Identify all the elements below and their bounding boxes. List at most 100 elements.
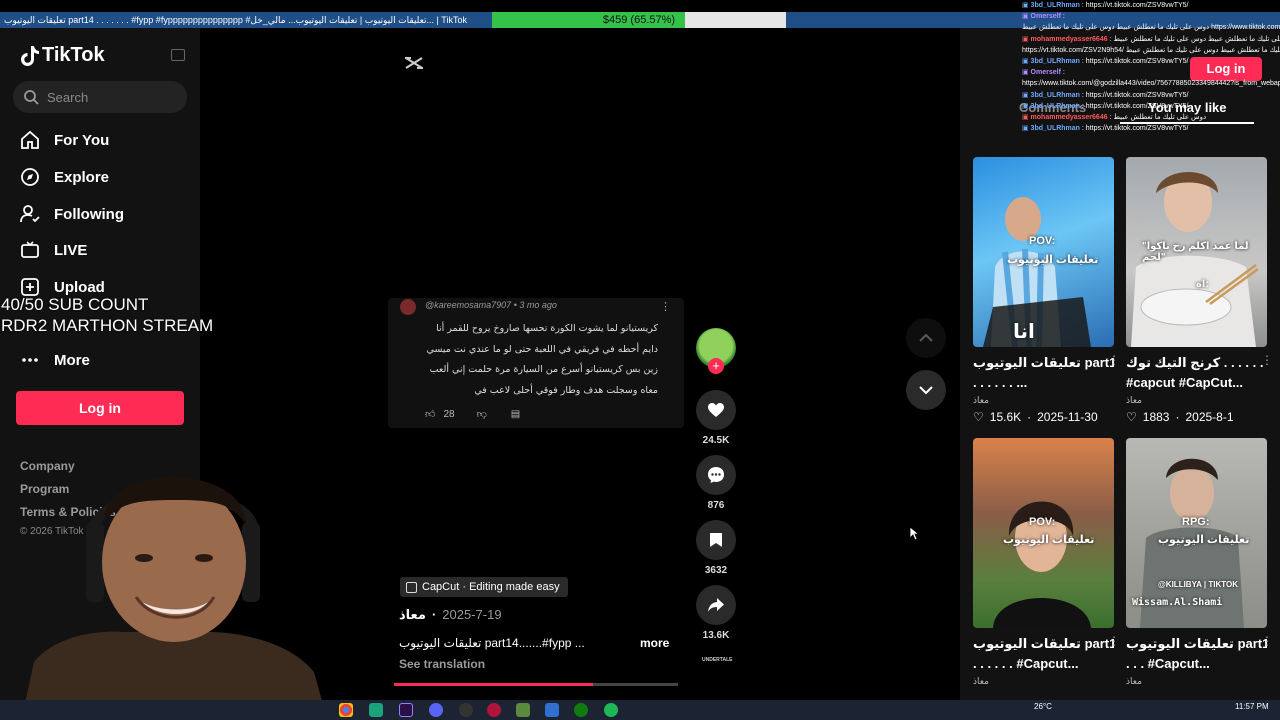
capcut-chip-label: CapCut · Editing made easy bbox=[422, 581, 560, 593]
recommended-video-card[interactable]: POV: تعليقات اليوتيوب تعليقات اليوتيوب p… bbox=[973, 438, 1120, 687]
chat-text: https://vt.tiktok.com/ZSV2N9h54/ دوس على… bbox=[1022, 46, 1280, 54]
chat-username: ▣ 3bd_ULRhman bbox=[1022, 91, 1082, 99]
heart-outline-icon: ♡ bbox=[1126, 410, 1137, 424]
video-progress-bar[interactable] bbox=[394, 683, 678, 686]
xbox-icon[interactable] bbox=[574, 703, 588, 717]
bookmark-icon bbox=[710, 533, 722, 547]
premiere-icon[interactable] bbox=[399, 703, 413, 717]
chat-username: ▣ 3bd_ULRhman bbox=[1022, 102, 1082, 110]
chat-text: https://www.tiktok.com/@godzilla443/vide… bbox=[1022, 80, 1280, 88]
chat-message: ▣ mohammedyasser6646 : دوس على تليك ما ت… bbox=[1022, 112, 1280, 123]
music-disc[interactable]: UNDERTALE bbox=[702, 657, 732, 673]
nav-label: For You bbox=[54, 131, 110, 149]
thumbnail-watermark: @KILLIBYA | TIKTOK bbox=[1158, 580, 1238, 589]
chat-username: ▣ mohammedyasser6646 bbox=[1022, 35, 1110, 43]
comment-time: 3 mo ago bbox=[519, 300, 557, 310]
comment-button[interactable] bbox=[696, 455, 736, 495]
share-button[interactable] bbox=[696, 585, 736, 625]
comment-icon bbox=[708, 467, 724, 483]
chat-message: https://vt.tiktok.com/ZSV2N9h54/ دوس على… bbox=[1022, 45, 1280, 56]
chat-message: ▣ mohammedyasser6646 : دوس على تليك ما ت… bbox=[1022, 34, 1280, 45]
nav-for-you[interactable]: For You bbox=[20, 126, 109, 154]
nav-label: More bbox=[54, 351, 90, 369]
next-video-button[interactable] bbox=[906, 370, 946, 410]
logo-text: TikTok bbox=[42, 44, 105, 66]
search-input[interactable] bbox=[47, 81, 177, 113]
nav-more[interactable]: More bbox=[20, 346, 90, 374]
card-menu-icon[interactable]: ⋮ bbox=[1261, 634, 1273, 648]
search-box[interactable] bbox=[13, 81, 187, 113]
reply-icon: ▤ bbox=[510, 408, 521, 420]
comment-username: @kareemosama7907 bbox=[425, 300, 512, 310]
chat-username: ▣ 3bd_ULRhman bbox=[1022, 58, 1082, 66]
card-title-line1: تعليقات اليوتيوب part12 . . bbox=[1126, 636, 1267, 651]
chat-message: ▣ 3bd_ULRhman : https://vt.tiktok.com/ZS… bbox=[1022, 123, 1280, 134]
tiktok-logo[interactable]: TikTok bbox=[20, 44, 105, 67]
streamer-webcam bbox=[24, 477, 324, 708]
app-icon[interactable] bbox=[369, 703, 383, 717]
stream-overlay-sub-count: 40/50 SUB COUNT bbox=[1, 295, 149, 314]
comment-avatar bbox=[400, 299, 416, 315]
discord-icon[interactable] bbox=[429, 703, 443, 717]
nav-live[interactable]: LIVE bbox=[20, 236, 87, 264]
like-button[interactable] bbox=[696, 390, 736, 430]
thumbs-down-icon: 👎︎ bbox=[476, 409, 487, 420]
comment-actions: 👍︎ 28 👎︎ ▤ bbox=[425, 408, 521, 421]
mouse-cursor-icon bbox=[909, 526, 919, 541]
comment-count: 876 bbox=[707, 500, 725, 511]
card-author: معاذ bbox=[973, 395, 989, 405]
card-date: 2025-8-1 bbox=[1185, 410, 1234, 424]
nav-label: Following bbox=[54, 205, 124, 223]
thumbnail-subcaption: تعليقات اليوتيوب bbox=[1003, 534, 1095, 546]
thumbnail-caption: POV: bbox=[1029, 516, 1056, 528]
chat-message: ▣ 3bd_ULRhman : https://vt.tiktok.com/ZS… bbox=[1022, 0, 1280, 11]
chat-message: دوس على تليك ما تعطلش عبيط دوس على تليك … bbox=[1022, 22, 1280, 33]
compass-icon bbox=[21, 168, 39, 186]
spotify-icon[interactable] bbox=[604, 703, 618, 717]
follow-plus-icon[interactable]: + bbox=[708, 358, 724, 374]
opera-icon[interactable] bbox=[487, 703, 501, 717]
nav-following[interactable]: Following bbox=[20, 200, 124, 228]
recommended-video-card[interactable]: RPG: تعليقات اليوتيوب @KILLIBYA | TIKTOK… bbox=[1126, 438, 1273, 687]
card-menu-icon[interactable]: ⋮ bbox=[1108, 353, 1120, 367]
nav-label: Explore bbox=[54, 168, 110, 186]
card-title-line2: . . . . . . #Capcut... bbox=[973, 656, 1079, 671]
capcut-chip[interactable]: CapCut · Editing made easy bbox=[400, 577, 568, 597]
thumbnail-caption: "لما عمد اكلم رح ناكوا لحم" bbox=[1142, 241, 1249, 263]
thumbnail-big-text: انا bbox=[1013, 321, 1035, 343]
see-translation-link[interactable]: See translation bbox=[399, 657, 485, 671]
heart-outline-icon: ♡ bbox=[973, 410, 984, 424]
collapse-sidebar-icon[interactable] bbox=[171, 49, 185, 61]
previous-video-button[interactable] bbox=[906, 318, 946, 358]
chat-text: : https://vt.tiktok.com/ZSV8vwTY5/ bbox=[1081, 2, 1189, 9]
capcut-watermark-icon bbox=[405, 57, 423, 69]
obs-icon[interactable] bbox=[459, 703, 473, 717]
chat-message: ▣ Omerself : bbox=[1022, 67, 1280, 78]
card-menu-icon[interactable]: ⋮ bbox=[1108, 634, 1120, 648]
more-button[interactable]: more bbox=[640, 636, 669, 650]
weather-temp[interactable]: 26°C bbox=[1034, 702, 1052, 711]
recommended-video-card[interactable]: "لما عمد اكلم رح ناكوا لحم" اه: كرنج الت… bbox=[1126, 157, 1273, 424]
recommended-video-card[interactable]: POV: تعليقات اليوتيوب انا تعليقات اليوتي… bbox=[973, 157, 1120, 424]
save-button[interactable] bbox=[696, 520, 736, 560]
login-button[interactable]: Log in bbox=[16, 391, 184, 425]
clock-time[interactable]: 11:57 PM bbox=[1235, 702, 1269, 711]
chat-text: : دوس على تليك ما تعطلش عبيط دوس على تلي… bbox=[1109, 35, 1280, 43]
comment-meta: @kareemosama7907 • 3 mo ago bbox=[425, 300, 557, 310]
nav-explore[interactable]: Explore bbox=[20, 163, 109, 191]
thumbnail-subcaption: اه: bbox=[1196, 279, 1209, 290]
chat-username: ▣ 3bd_ULRhman bbox=[1022, 2, 1082, 9]
minecraft-icon[interactable] bbox=[516, 703, 530, 717]
chat-text: : https://vt.tiktok.com/ZSV8vwTY5/ bbox=[1081, 125, 1189, 133]
app-icon[interactable] bbox=[545, 703, 559, 717]
chevron-up-icon bbox=[919, 334, 933, 342]
video-progress-fill bbox=[394, 683, 593, 686]
thumbnail-subcaption: تعليقات اليوتيوب bbox=[1158, 534, 1250, 546]
chrome-icon[interactable] bbox=[339, 703, 353, 717]
video-thumbnail: RPG: تعليقات اليوتيوب @KILLIBYA | TIKTOK… bbox=[1126, 438, 1267, 628]
card-title-line1: تعليقات اليوتيوب part15 . . . bbox=[973, 636, 1114, 651]
card-menu-icon[interactable]: ⋮ bbox=[1261, 353, 1273, 367]
video-author[interactable]: معاذ bbox=[399, 607, 426, 623]
chat-text: دوس على تليك ما تعطلش عبيط دوس على تليك … bbox=[1022, 24, 1280, 32]
card-title-line2: . . . #Capcut... bbox=[1126, 656, 1210, 671]
